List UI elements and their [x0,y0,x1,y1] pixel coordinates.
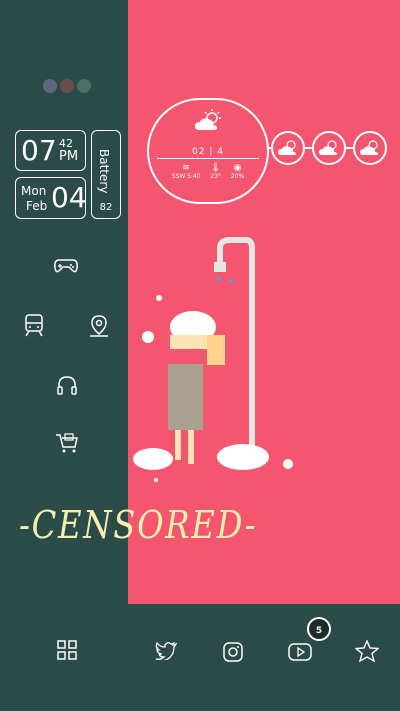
cloud-sun-icon [278,140,296,155]
censored-overlay-text: -CENSORED- [19,503,258,547]
date-weekday: Mon [21,184,47,198]
clock-ampm: PM [59,149,79,164]
wind-speed: 5.40 [187,173,201,180]
date-month: Feb [26,199,48,213]
cloud-sun-icon [195,109,221,130]
dot-1 [43,79,57,93]
wind-stat: ≋ SSW 5.40 [172,163,201,180]
instagram-icon[interactable] [223,642,243,662]
droplet-icon: ◉ [233,163,242,173]
cloud-sun-icon [319,140,337,155]
humidity-value: 20% [230,173,245,180]
headphones-icon[interactable] [56,374,78,396]
battery-widget[interactable]: Battery 82 [91,130,121,219]
thermometer-icon: 🌡 [210,163,222,173]
train-icon[interactable] [24,313,44,337]
clock-widget[interactable]: 07 42 PM [15,130,86,171]
forecast-day-2[interactable] [312,131,346,165]
clock-hour: 07 [21,134,57,167]
page-indicator-dots [43,79,91,93]
star-icon[interactable] [355,640,379,662]
youtube-icon[interactable] [288,643,312,661]
temperature-stat: 🌡 23° [210,163,221,180]
notification-badge: 5 [307,617,331,641]
date-day: 04 [51,181,87,214]
battery-value: 82 [99,202,113,213]
temperature-value: 23° [210,173,222,180]
dot-3 [77,79,91,93]
weather-widget[interactable]: 02 | 4 ≋ SSW 5.40 🌡 23° ◉ 20% [147,98,269,204]
wind-icon: ≋ [182,163,190,173]
weather-stats: ≋ SSW 5.40 🌡 23° ◉ 20% [149,163,267,180]
weather-divider [157,158,259,159]
cloud-sun-icon [360,140,378,155]
gamepad-icon[interactable] [53,256,79,276]
twitter-icon[interactable] [155,642,177,660]
wind-direction: SSW [171,173,186,180]
forecast-day-3[interactable] [353,131,387,165]
date-widget[interactable]: Mon Feb 04 [15,177,87,219]
shopping-cart-icon[interactable] [55,432,79,454]
humidity-stat: ◉ 20% [231,163,244,180]
location-pin-icon[interactable] [89,314,109,338]
battery-label: Battery [97,149,111,194]
dot-2 [60,79,74,93]
weather-date: 02 | 4 [192,147,224,157]
forecast-day-1[interactable] [271,131,305,165]
apps-grid-icon[interactable] [57,640,77,660]
